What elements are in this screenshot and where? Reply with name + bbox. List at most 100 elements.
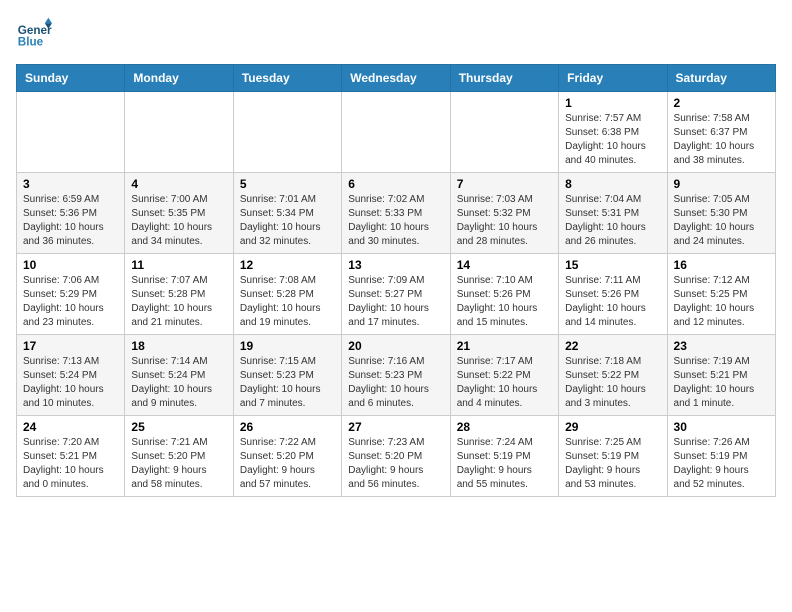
day-info: Sunrise: 7:22 AM Sunset: 5:20 PM Dayligh… bbox=[240, 436, 335, 492]
calendar-cell bbox=[17, 92, 125, 173]
day-info: Sunrise: 6:59 AM Sunset: 5:36 PM Dayligh… bbox=[23, 193, 118, 249]
calendar-week-row: 3 Sunrise: 6:59 AM Sunset: 5:36 PM Daylig… bbox=[17, 173, 776, 254]
calendar-cell bbox=[342, 92, 450, 173]
weekday-header-wednesday: Wednesday bbox=[342, 65, 450, 92]
day-number: 15 bbox=[565, 258, 660, 272]
day-number: 30 bbox=[674, 420, 769, 434]
calendar-week-row: 1Sunrise: 7:57 AM Sunset: 6:38 PM Daylig… bbox=[17, 92, 776, 173]
day-info: Sunrise: 7:16 AM Sunset: 5:23 PM Dayligh… bbox=[348, 355, 443, 411]
day-number: 17 bbox=[23, 339, 118, 353]
day-number: 16 bbox=[674, 258, 769, 272]
day-number: 9 bbox=[674, 177, 769, 191]
calendar-cell: 21 Sunrise: 7:17 AM Sunset: 5:22 PM Dayli… bbox=[450, 335, 558, 416]
day-number: 29 bbox=[565, 420, 660, 434]
day-number: 3 bbox=[23, 177, 118, 191]
calendar-body: 1Sunrise: 7:57 AM Sunset: 6:38 PM Daylig… bbox=[17, 92, 776, 497]
calendar-cell: 20 Sunrise: 7:16 AM Sunset: 5:23 PM Dayli… bbox=[342, 335, 450, 416]
day-info: Sunrise: 7:02 AM Sunset: 5:33 PM Dayligh… bbox=[348, 193, 443, 249]
calendar-cell: 7 Sunrise: 7:03 AM Sunset: 5:32 PM Daylig… bbox=[450, 173, 558, 254]
day-info: Sunrise: 7:04 AM Sunset: 5:31 PM Dayligh… bbox=[565, 193, 660, 249]
calendar-cell: 29 Sunrise: 7:25 AM Sunset: 5:19 PM Dayli… bbox=[559, 416, 667, 497]
weekday-header-friday: Friday bbox=[559, 65, 667, 92]
calendar-cell: 5 Sunrise: 7:01 AM Sunset: 5:34 PM Daylig… bbox=[233, 173, 341, 254]
day-info: Sunrise: 7:26 AM Sunset: 5:19 PM Dayligh… bbox=[674, 436, 769, 492]
calendar-cell: 14Sunrise: 7:10 AM Sunset: 5:26 PM Dayli… bbox=[450, 254, 558, 335]
day-info: Sunrise: 7:25 AM Sunset: 5:19 PM Dayligh… bbox=[565, 436, 660, 492]
day-number: 21 bbox=[457, 339, 552, 353]
calendar-cell: 28 Sunrise: 7:24 AM Sunset: 5:19 PM Dayli… bbox=[450, 416, 558, 497]
calendar-week-row: 17 Sunrise: 7:13 AM Sunset: 5:24 PM Dayli… bbox=[17, 335, 776, 416]
calendar-cell: 24 Sunrise: 7:20 AM Sunset: 5:21 PM Dayli… bbox=[17, 416, 125, 497]
logo-icon: General Blue bbox=[16, 16, 52, 52]
calendar-cell: 11 Sunrise: 7:07 AM Sunset: 5:28 PM Dayli… bbox=[125, 254, 233, 335]
day-info: Sunrise: 7:09 AM Sunset: 5:27 PM Dayligh… bbox=[348, 274, 443, 330]
day-number: 5 bbox=[240, 177, 335, 191]
calendar-week-row: 10 Sunrise: 7:06 AM Sunset: 5:29 PM Dayli… bbox=[17, 254, 776, 335]
day-number: 25 bbox=[131, 420, 226, 434]
day-info: Sunrise: 7:03 AM Sunset: 5:32 PM Dayligh… bbox=[457, 193, 552, 249]
calendar-cell: 3 Sunrise: 6:59 AM Sunset: 5:36 PM Daylig… bbox=[17, 173, 125, 254]
day-number: 2 bbox=[674, 96, 769, 110]
calendar-cell bbox=[450, 92, 558, 173]
logo: General Blue bbox=[16, 16, 52, 52]
day-number: 13 bbox=[348, 258, 443, 272]
calendar-cell bbox=[125, 92, 233, 173]
day-info: Sunrise: 7:08 AM Sunset: 5:28 PM Dayligh… bbox=[240, 274, 335, 330]
day-number: 27 bbox=[348, 420, 443, 434]
day-number: 7 bbox=[457, 177, 552, 191]
calendar-cell: 23Sunrise: 7:19 AM Sunset: 5:21 PM Dayli… bbox=[667, 335, 775, 416]
day-info: Sunrise: 7:57 AM Sunset: 6:38 PM Dayligh… bbox=[565, 112, 660, 168]
day-info: Sunrise: 7:06 AM Sunset: 5:29 PM Dayligh… bbox=[23, 274, 118, 330]
day-info: Sunrise: 7:19 AM Sunset: 5:21 PM Dayligh… bbox=[674, 355, 769, 411]
calendar-cell: 18Sunrise: 7:14 AM Sunset: 5:24 PM Dayli… bbox=[125, 335, 233, 416]
calendar-cell: 19Sunrise: 7:15 AM Sunset: 5:23 PM Dayli… bbox=[233, 335, 341, 416]
calendar-header: SundayMondayTuesdayWednesdayThursdayFrid… bbox=[17, 65, 776, 92]
day-info: Sunrise: 7:18 AM Sunset: 5:22 PM Dayligh… bbox=[565, 355, 660, 411]
day-info: Sunrise: 7:11 AM Sunset: 5:26 PM Dayligh… bbox=[565, 274, 660, 330]
day-info: Sunrise: 7:17 AM Sunset: 5:22 PM Dayligh… bbox=[457, 355, 552, 411]
calendar-cell: 22 Sunrise: 7:18 AM Sunset: 5:22 PM Dayli… bbox=[559, 335, 667, 416]
day-info: Sunrise: 7:05 AM Sunset: 5:30 PM Dayligh… bbox=[674, 193, 769, 249]
calendar-cell: 6 Sunrise: 7:02 AM Sunset: 5:33 PM Daylig… bbox=[342, 173, 450, 254]
calendar-cell: 2Sunrise: 7:58 AM Sunset: 6:37 PM Daylig… bbox=[667, 92, 775, 173]
calendar-cell: 9 Sunrise: 7:05 AM Sunset: 5:30 PM Daylig… bbox=[667, 173, 775, 254]
day-number: 8 bbox=[565, 177, 660, 191]
day-number: 12 bbox=[240, 258, 335, 272]
day-info: Sunrise: 7:15 AM Sunset: 5:23 PM Dayligh… bbox=[240, 355, 335, 411]
calendar-cell: 4Sunrise: 7:00 AM Sunset: 5:35 PM Daylig… bbox=[125, 173, 233, 254]
day-info: Sunrise: 7:12 AM Sunset: 5:25 PM Dayligh… bbox=[674, 274, 769, 330]
day-number: 20 bbox=[348, 339, 443, 353]
page-header: General Blue bbox=[16, 16, 776, 52]
day-info: Sunrise: 7:07 AM Sunset: 5:28 PM Dayligh… bbox=[131, 274, 226, 330]
weekday-header-tuesday: Tuesday bbox=[233, 65, 341, 92]
calendar-cell: 13 Sunrise: 7:09 AM Sunset: 5:27 PM Dayli… bbox=[342, 254, 450, 335]
calendar-cell: 27 Sunrise: 7:23 AM Sunset: 5:20 PM Dayli… bbox=[342, 416, 450, 497]
weekday-header-thursday: Thursday bbox=[450, 65, 558, 92]
svg-text:Blue: Blue bbox=[18, 36, 44, 49]
calendar-cell bbox=[233, 92, 341, 173]
calendar-cell: 10 Sunrise: 7:06 AM Sunset: 5:29 PM Dayli… bbox=[17, 254, 125, 335]
day-number: 26 bbox=[240, 420, 335, 434]
day-info: Sunrise: 7:13 AM Sunset: 5:24 PM Dayligh… bbox=[23, 355, 118, 411]
day-info: Sunrise: 7:20 AM Sunset: 5:21 PM Dayligh… bbox=[23, 436, 118, 492]
calendar-table: SundayMondayTuesdayWednesdayThursdayFrid… bbox=[16, 64, 776, 497]
calendar-cell: 12 Sunrise: 7:08 AM Sunset: 5:28 PM Dayli… bbox=[233, 254, 341, 335]
calendar-cell: 8 Sunrise: 7:04 AM Sunset: 5:31 PM Daylig… bbox=[559, 173, 667, 254]
day-info: Sunrise: 7:21 AM Sunset: 5:20 PM Dayligh… bbox=[131, 436, 226, 492]
day-number: 6 bbox=[348, 177, 443, 191]
calendar-cell: 1Sunrise: 7:57 AM Sunset: 6:38 PM Daylig… bbox=[559, 92, 667, 173]
day-info: Sunrise: 7:24 AM Sunset: 5:19 PM Dayligh… bbox=[457, 436, 552, 492]
calendar-week-row: 24 Sunrise: 7:20 AM Sunset: 5:21 PM Dayli… bbox=[17, 416, 776, 497]
day-number: 10 bbox=[23, 258, 118, 272]
day-number: 28 bbox=[457, 420, 552, 434]
day-number: 24 bbox=[23, 420, 118, 434]
calendar-cell: 16 Sunrise: 7:12 AM Sunset: 5:25 PM Dayli… bbox=[667, 254, 775, 335]
day-info: Sunrise: 7:01 AM Sunset: 5:34 PM Dayligh… bbox=[240, 193, 335, 249]
day-number: 11 bbox=[131, 258, 226, 272]
day-number: 14 bbox=[457, 258, 552, 272]
calendar-cell: 17 Sunrise: 7:13 AM Sunset: 5:24 PM Dayli… bbox=[17, 335, 125, 416]
day-number: 22 bbox=[565, 339, 660, 353]
day-number: 18 bbox=[131, 339, 226, 353]
weekday-header-monday: Monday bbox=[125, 65, 233, 92]
day-info: Sunrise: 7:23 AM Sunset: 5:20 PM Dayligh… bbox=[348, 436, 443, 492]
